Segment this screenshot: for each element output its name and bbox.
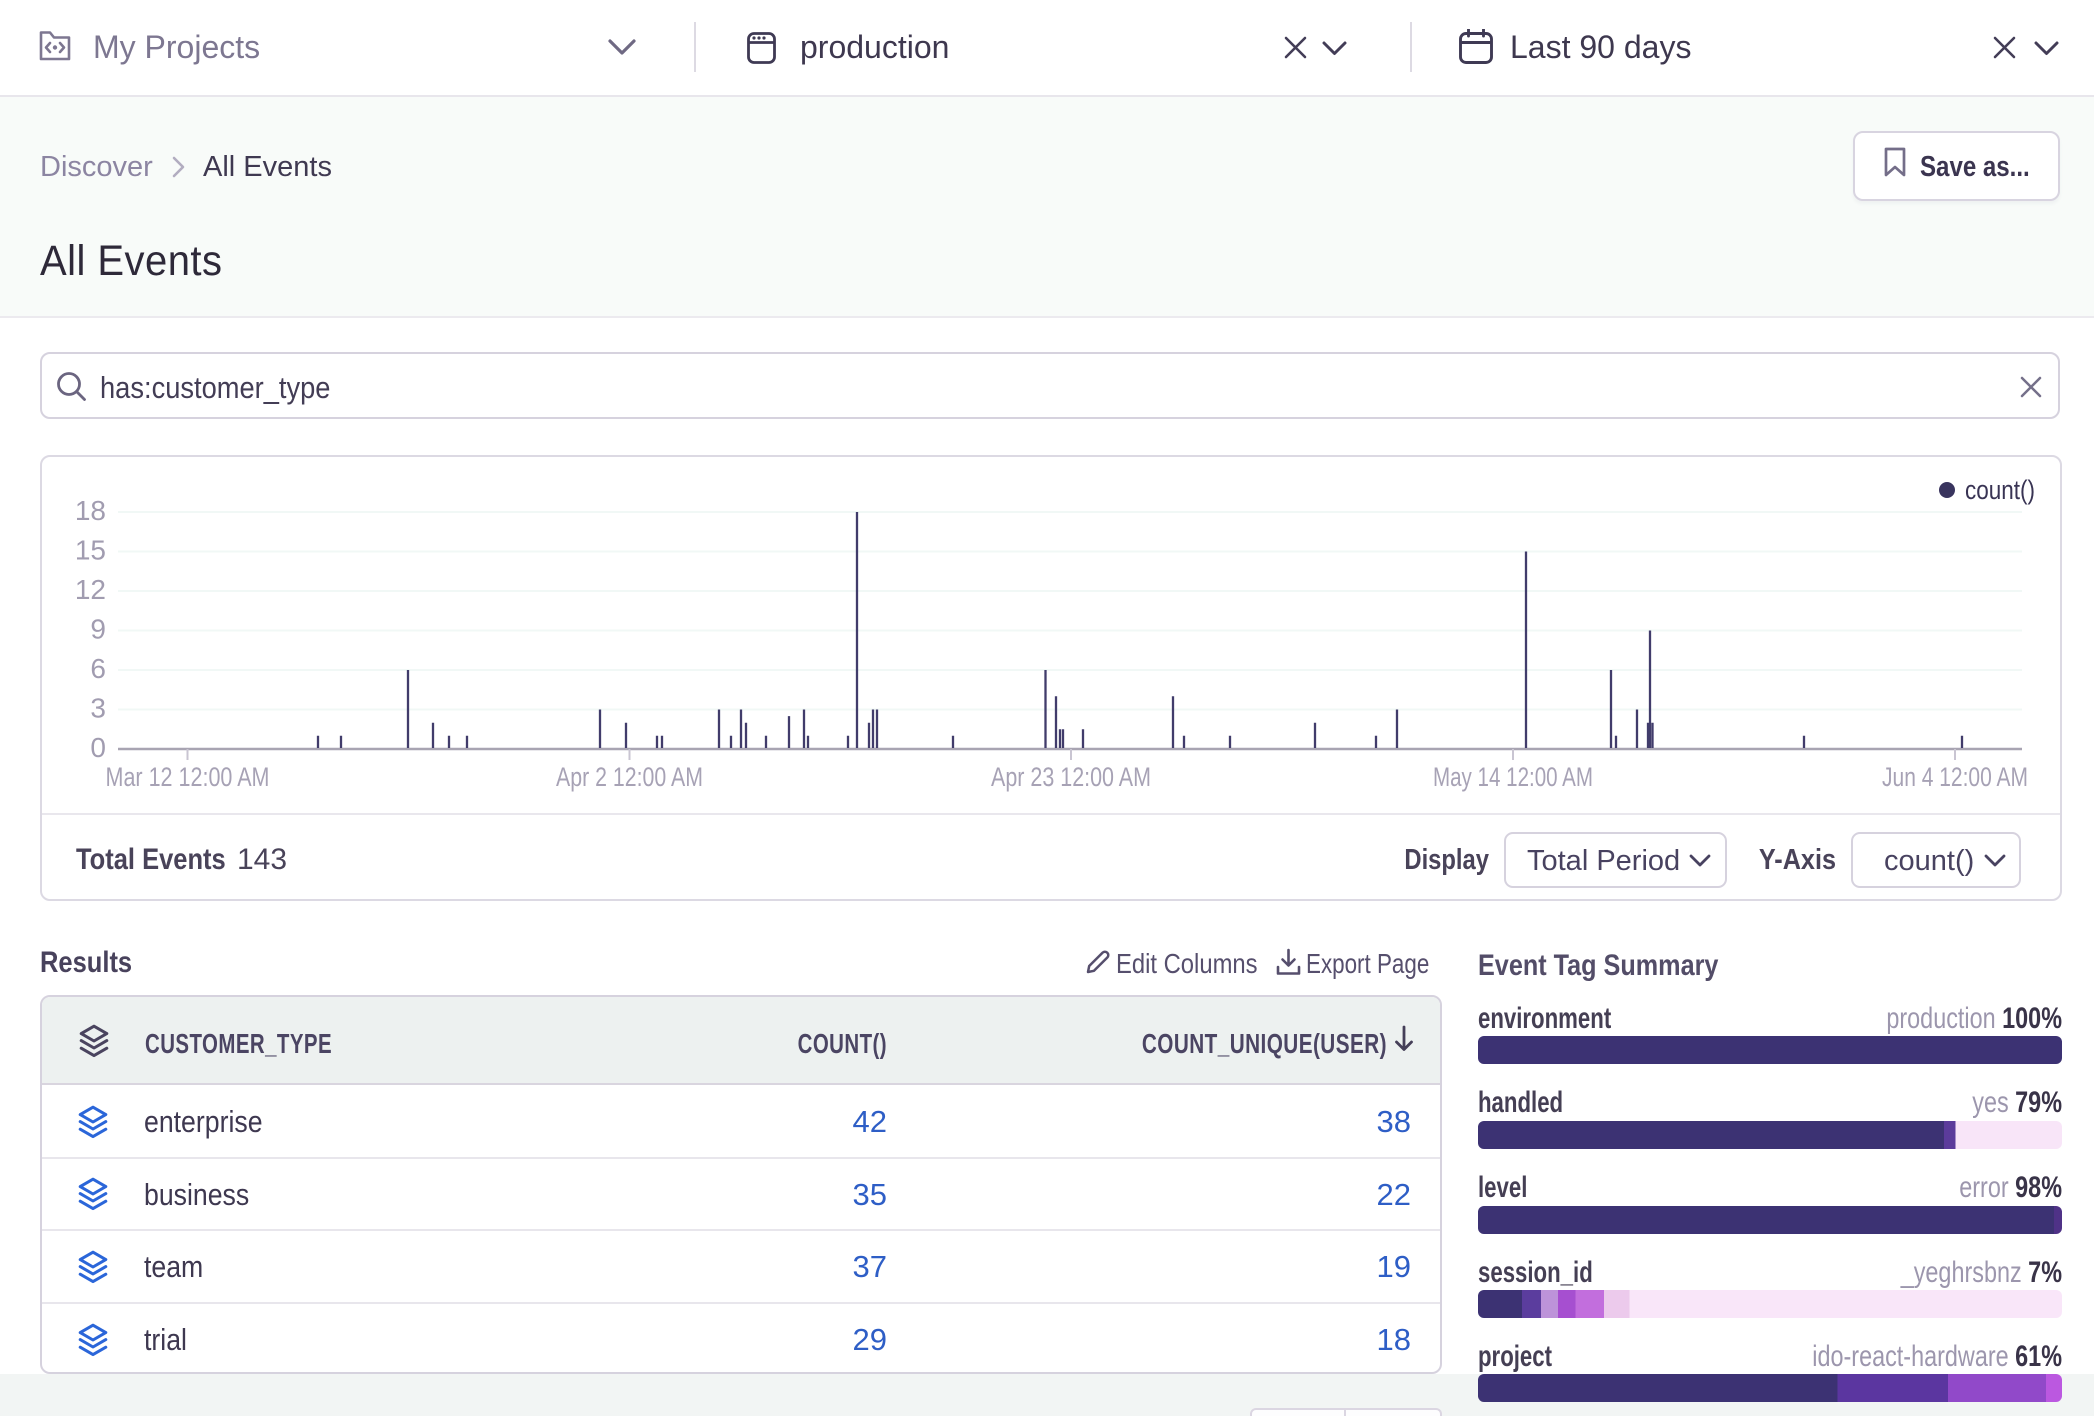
- svg-text:Apr 23 12:00 AM: Apr 23 12:00 AM: [991, 762, 1151, 792]
- svg-text:Apr 2 12:00 AM: Apr 2 12:00 AM: [556, 762, 703, 792]
- svg-text:0: 0: [90, 732, 106, 763]
- svg-text:6: 6: [90, 653, 106, 684]
- svg-text:Jun 4 12:00 AM: Jun 4 12:00 AM: [1882, 762, 2028, 792]
- svg-text:18: 18: [75, 495, 106, 526]
- svg-text:9: 9: [90, 614, 106, 645]
- svg-text:Mar 12 12:00 AM: Mar 12 12:00 AM: [106, 762, 270, 792]
- svg-text:May 14 12:00 AM: May 14 12:00 AM: [1433, 762, 1593, 792]
- svg-text:count(): count(): [1965, 475, 2035, 505]
- svg-text:3: 3: [90, 693, 106, 724]
- svg-text:12: 12: [75, 574, 106, 605]
- svg-text:15: 15: [75, 535, 106, 566]
